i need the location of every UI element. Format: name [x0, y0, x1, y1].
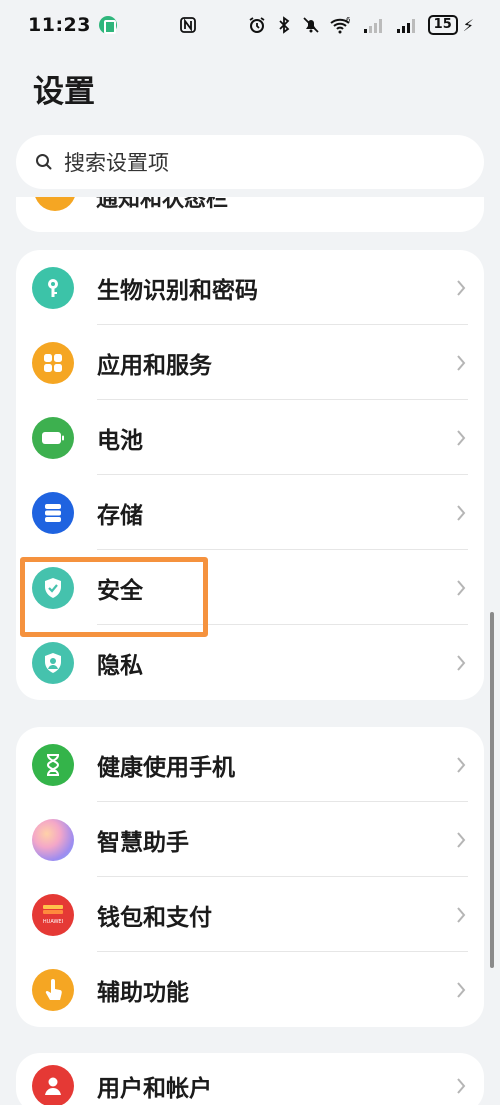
status-bar: 11:23 6 15 ⚡ — [0, 0, 500, 50]
chevron-right-icon — [457, 654, 466, 671]
status-time: 11:23 — [28, 14, 91, 36]
notification-app-icon — [98, 16, 117, 34]
apps-grid-icon — [32, 341, 74, 384]
settings-item-wallet-payment[interactable]: HUAWEI 钱包和支付 — [16, 877, 484, 952]
chevron-right-icon — [457, 831, 466, 848]
signal-2-icon — [396, 19, 415, 33]
page-title: 设置 — [33, 74, 95, 110]
settings-item-label: 应用和服务 — [97, 352, 212, 379]
settings-group-2: 健康使用手机 智慧助手 HUAWEI 钱包和支付 辅助功能 — [16, 727, 484, 1027]
settings-item-label: 钱包和支付 — [97, 904, 212, 931]
settings-item-biometrics-password[interactable]: 生物识别和密码 — [16, 250, 484, 325]
settings-item-label: 电池 — [97, 427, 143, 454]
huawei-brand-text: HUAWEI — [42, 919, 64, 925]
settings-item-battery[interactable]: 电池 — [16, 400, 484, 475]
chevron-right-icon — [457, 354, 466, 371]
settings-item-storage[interactable]: 存储 — [16, 475, 484, 550]
search-input[interactable]: 搜索设置项 — [16, 135, 484, 189]
battery-icon — [32, 416, 74, 459]
settings-item-partial[interactable]: 通知和状态栏 — [16, 197, 484, 232]
assistant-orb-icon — [32, 818, 74, 861]
settings-item-apps-services[interactable]: 应用和服务 — [16, 325, 484, 400]
chevron-right-icon — [457, 756, 466, 773]
charging-bolt-icon: ⚡ — [462, 15, 474, 35]
key-icon — [32, 266, 74, 309]
settings-item-label: 辅助功能 — [97, 979, 189, 1006]
notification-icon — [34, 197, 76, 211]
hourglass-icon — [32, 743, 74, 786]
settings-item-label: 隐私 — [97, 652, 143, 679]
wifi-6-icon: 6 — [330, 16, 351, 34]
alarm-icon — [249, 17, 265, 33]
chevron-right-icon — [457, 906, 466, 923]
hand-touch-icon — [32, 968, 74, 1011]
svg-text:6: 6 — [346, 16, 351, 24]
settings-item-smart-assistant[interactable]: 智慧助手 — [16, 802, 484, 877]
settings-item-label: 生物识别和密码 — [97, 277, 258, 304]
wallet-icon: HUAWEI — [32, 893, 74, 936]
settings-item-label: 通知和状态栏 — [96, 197, 229, 212]
chevron-right-icon — [457, 504, 466, 521]
chevron-right-icon — [457, 279, 466, 296]
search-placeholder: 搜索设置项 — [64, 151, 169, 175]
battery-indicator: 15 — [427, 15, 458, 35]
chevron-right-icon — [457, 579, 466, 596]
bluetooth-icon — [279, 16, 290, 34]
settings-item-label: 用户和帐户 — [97, 1075, 212, 1102]
settings-item-users-accounts[interactable]: 用户和帐户 — [16, 1053, 484, 1105]
settings-item-digital-balance[interactable]: 健康使用手机 — [16, 727, 484, 802]
settings-item-label: 存储 — [97, 502, 143, 529]
settings-group-3: 用户和帐户 — [16, 1053, 484, 1105]
highlight-annotation — [20, 557, 208, 637]
privacy-shield-icon — [32, 641, 74, 684]
chevron-right-icon — [457, 1077, 466, 1094]
signal-1-icon — [363, 19, 382, 33]
chevron-right-icon — [457, 981, 466, 998]
chevron-right-icon — [457, 429, 466, 446]
scrollbar[interactable] — [490, 612, 494, 968]
search-icon — [36, 154, 52, 170]
settings-item-label: 健康使用手机 — [97, 754, 235, 781]
settings-item-accessibility[interactable]: 辅助功能 — [16, 952, 484, 1027]
settings-item-label: 智慧助手 — [97, 829, 189, 856]
mute-bell-icon — [303, 17, 319, 33]
storage-icon — [32, 491, 74, 534]
user-icon — [32, 1064, 74, 1105]
nfc-icon — [179, 17, 196, 33]
